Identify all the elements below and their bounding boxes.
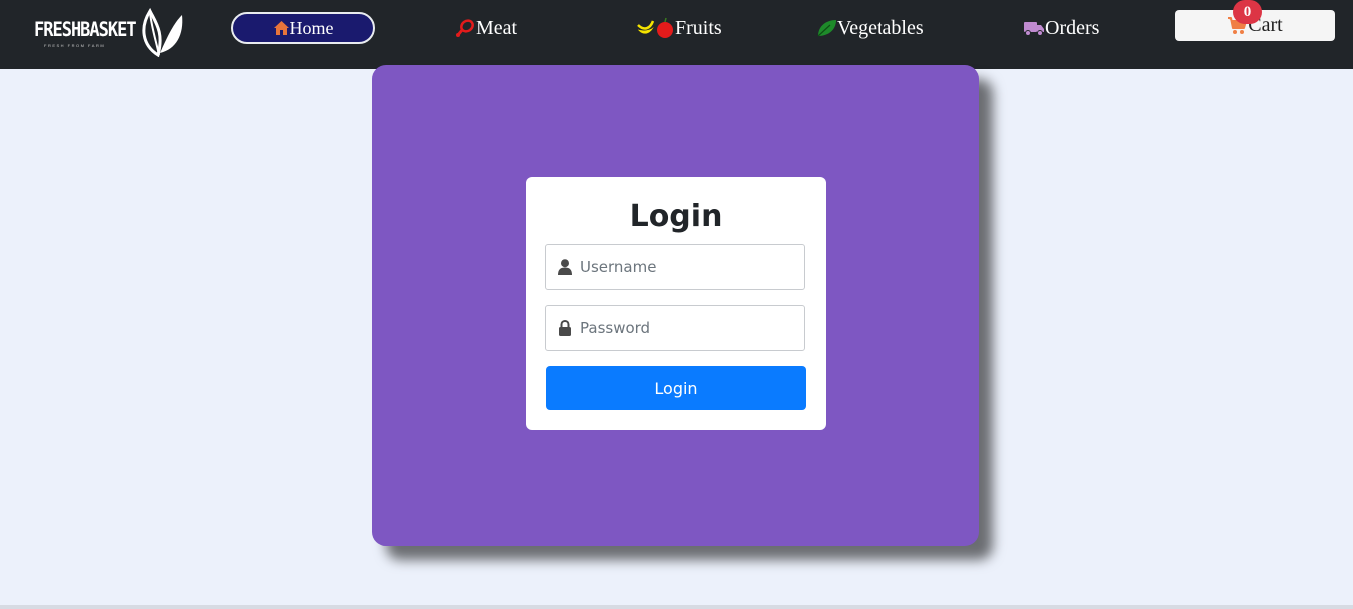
nav-vegetables-label: Vegetables xyxy=(837,16,924,39)
nav-vegetables[interactable]: Vegetables xyxy=(816,12,924,44)
password-input[interactable] xyxy=(580,319,780,337)
brand-tagline: FRESH FROM FARM xyxy=(44,43,106,48)
nav-orders-label: Orders xyxy=(1045,16,1100,39)
nav-fruits[interactable]: Fruits xyxy=(635,12,722,44)
cart-count-badge: 0 xyxy=(1233,0,1262,24)
lock-icon xyxy=(559,320,571,336)
brand-name: FRESHBASKET xyxy=(34,18,137,42)
login-title: Login xyxy=(629,199,723,234)
password-field[interactable] xyxy=(545,305,805,351)
home-icon xyxy=(273,21,289,35)
nav-fruits-label: Fruits xyxy=(675,16,722,39)
username-field[interactable] xyxy=(545,244,805,290)
login-card: Login Login xyxy=(526,177,826,430)
meat-icon xyxy=(456,19,474,37)
brand-logo[interactable]: FRESHBASKET FRESH FROM FARM xyxy=(34,5,184,59)
truck-icon xyxy=(1024,22,1044,36)
nav-home-label: Home xyxy=(289,17,334,38)
username-input[interactable] xyxy=(580,258,780,276)
login-button[interactable]: Login xyxy=(546,366,806,410)
nav-orders[interactable]: Orders xyxy=(1023,12,1099,44)
nav-meat[interactable]: Meat xyxy=(456,12,517,44)
leaf-icon xyxy=(817,20,836,37)
nav-meat-label: Meat xyxy=(476,16,518,39)
fruits-icon xyxy=(636,17,673,38)
page-bottom-edge xyxy=(0,605,1353,609)
leaf-logo-icon xyxy=(142,7,183,57)
user-icon xyxy=(558,259,572,275)
nav-home[interactable]: Home xyxy=(231,12,375,44)
navbar: FRESHBASKET FRESH FROM FARM Home Meat Fr… xyxy=(0,0,1353,69)
